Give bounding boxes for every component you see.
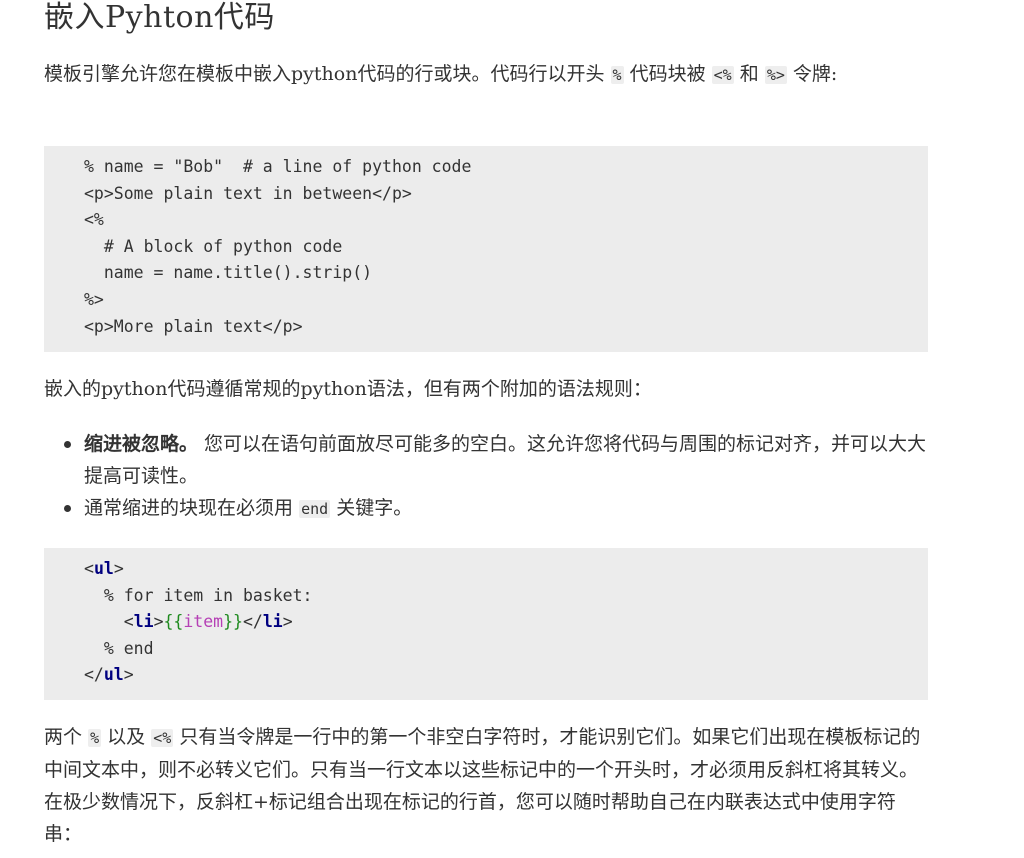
syntax-intro-paragraph: 嵌入的python代码遵循常规的python语法，但有两个附加的语法规则： bbox=[44, 378, 652, 400]
code-line: % end bbox=[84, 638, 154, 658]
rule-2-text-a: 通常缩进的块现在必须用 bbox=[84, 497, 294, 519]
inline-code-block-open: <% bbox=[711, 66, 734, 84]
inline-code-end: end bbox=[299, 500, 331, 518]
closing-text-b: 以及 bbox=[107, 726, 146, 748]
code-token: > bbox=[153, 612, 164, 632]
code-tag: ul bbox=[103, 665, 124, 685]
code-line: <% bbox=[84, 210, 104, 230]
code-token: > bbox=[123, 665, 134, 685]
code-line: <p>More plain text</p> bbox=[84, 316, 303, 336]
inline-code-percent: % bbox=[88, 729, 102, 747]
code-line: # A block of python code bbox=[84, 236, 343, 256]
code-brace: }} bbox=[223, 612, 243, 632]
section-title: 嵌入Pyhton代码 bbox=[44, 0, 275, 35]
code-token: < bbox=[123, 612, 134, 632]
code-token: </ bbox=[243, 612, 263, 632]
intro-text-d: 令牌: bbox=[792, 63, 838, 85]
code-line: % name = "Bob" # a line of python code bbox=[84, 157, 472, 176]
rule-1-bold-text: 缩进被忽略。 bbox=[84, 433, 199, 455]
code-block-python-example: % name = "Bob" # a line of python code <… bbox=[44, 146, 928, 352]
code-block-template-example: <ul> % for item in basket: <li>{{item}}<… bbox=[44, 548, 928, 700]
code-brace: {{ bbox=[163, 612, 184, 632]
code-variable: item bbox=[183, 612, 224, 632]
inline-code-block-close: %> bbox=[764, 66, 787, 84]
code-line: name = name.title().strip() bbox=[84, 263, 373, 283]
code-token: > bbox=[113, 559, 124, 578]
code-block-2-pre: <ul> % for item in basket: <li>{{item}}<… bbox=[84, 556, 928, 689]
code-tag: li bbox=[133, 612, 154, 632]
code-token: </ bbox=[84, 665, 104, 685]
closing-text-c: 只有当令牌是一行中的第一个非空白字符时，才能识别它们。如果它们出现在模板标记的中… bbox=[44, 726, 921, 845]
inline-code-block-open: <% bbox=[151, 729, 174, 747]
list-item: 缩进被忽略。 您可以在语句前面放尽可能多的空白。这允许您将代码与周围的标记对齐，… bbox=[64, 428, 928, 492]
intro-text-a: 模板引擎允许您在模板中嵌入python代码的行或块。代码行以开头 bbox=[44, 63, 605, 85]
code-tag: li bbox=[262, 612, 283, 632]
code-line: %> bbox=[84, 289, 104, 309]
closing-paragraph: 两个 % 以及 <% 只有当令牌是一行中的第一个非空白字符时，才能识别它们。如果… bbox=[44, 721, 928, 850]
list-item: 通常缩进的块现在必须用 end 关键字。 bbox=[64, 492, 928, 525]
code-line: <p>Some plain text in between</p> bbox=[84, 183, 412, 203]
code-token: > bbox=[282, 612, 293, 632]
inline-code-percent: % bbox=[610, 66, 624, 84]
code-tag: ul bbox=[93, 559, 114, 578]
intro-text-b: 代码块被 bbox=[629, 63, 706, 85]
rule-1-text: 您可以在语句前面放尽可能多的空白。这允许您将代码与周围的标记对齐，并可以大大提高… bbox=[84, 433, 927, 487]
syntax-rules-list: 缩进被忽略。 您可以在语句前面放尽可能多的空白。这允许您将代码与周围的标记对齐，… bbox=[44, 428, 928, 525]
closing-text-a: 两个 bbox=[44, 726, 83, 748]
code-block-1-pre: % name = "Bob" # a line of python code <… bbox=[84, 154, 928, 340]
code-line: % for item in basket: bbox=[84, 585, 313, 605]
intro-paragraph: 模板引擎允许您在模板中嵌入python代码的行或块。代码行以开头 % 代码块被 … bbox=[44, 58, 928, 91]
rule-2-text-b: 关键字。 bbox=[336, 497, 413, 519]
intro-text-c: 和 bbox=[739, 63, 759, 85]
code-token: < bbox=[84, 559, 94, 578]
